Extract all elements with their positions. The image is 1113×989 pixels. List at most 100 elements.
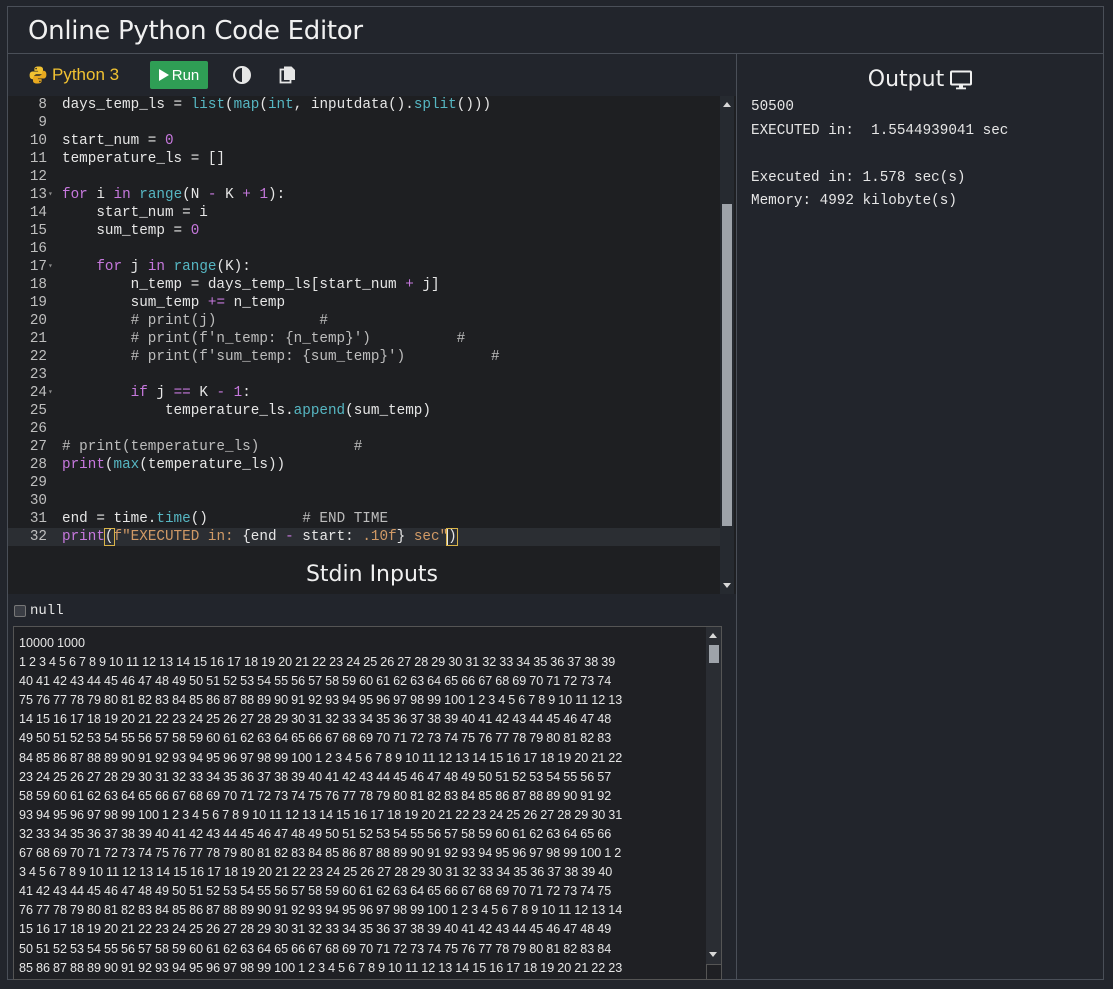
output-pane: Output 50500 EXECUTED in: 1.5544939041 se… xyxy=(736,54,1103,979)
editor-scroll-thumb[interactable] xyxy=(722,204,732,526)
line-number: 14 xyxy=(29,205,47,221)
code-editor[interactable]: 8 days_temp_ls = list(map(int, inputdata(… xyxy=(8,96,736,594)
run-button[interactable]: Run xyxy=(150,61,208,89)
line-number: 15 xyxy=(29,223,47,239)
stdin-scrollbar[interactable] xyxy=(706,627,721,979)
code-line[interactable]: 14 start_num = i xyxy=(8,204,720,222)
fold-toggle-icon[interactable]: ▾ xyxy=(48,258,56,276)
code-line[interactable]: 17 ▾ for j in range(K): xyxy=(8,258,720,276)
stdin-textarea[interactable]: 10000 1000 1 2 3 4 5 6 7 8 9 10 11 12 13… xyxy=(13,626,722,980)
code-text: if j == K - 1: xyxy=(130,385,251,401)
line-number: 13 xyxy=(29,187,47,203)
editor-app: Online Python Code Editor Python 3 Run 8… xyxy=(7,6,1104,980)
monitor-icon xyxy=(950,70,973,89)
code-line[interactable]: 26 xyxy=(8,420,720,438)
line-number: 30 xyxy=(29,493,47,509)
output-console: 50500 EXECUTED in: 1.5544939041 sec Execu… xyxy=(751,96,1008,214)
editor-scrollbar[interactable] xyxy=(720,96,734,594)
code-line[interactable]: 25 temperature_ls.append(sum_temp) xyxy=(8,402,720,420)
code-text: # print(f'sum_temp: {sum_temp}') # xyxy=(130,349,500,365)
line-number: 29 xyxy=(29,475,47,491)
output-line: EXECUTED in: 1.5544939041 sec xyxy=(751,122,1009,139)
code-text: for j in range(K): xyxy=(96,259,251,275)
code-line[interactable]: 15 sum_temp = 0 xyxy=(8,222,720,240)
output-line: 50500 xyxy=(751,99,794,115)
scroll-up-icon[interactable] xyxy=(723,102,731,107)
line-number: 28 xyxy=(29,457,47,473)
code-text: print(max(temperature_ls)) xyxy=(62,457,286,473)
line-number: 31 xyxy=(29,511,47,527)
code-line[interactable]: 11 temperature_ls = [] xyxy=(8,150,720,168)
run-label: Run xyxy=(171,66,200,84)
play-icon xyxy=(158,69,169,81)
code-line[interactable]: 32 print(f"EXECUTED in: {end - start: .10… xyxy=(8,528,720,546)
code-text: temperature_ls.append(sum_temp) xyxy=(62,403,431,419)
line-number: 19 xyxy=(29,295,47,311)
code-line[interactable]: 27 # print(temperature_ls) # xyxy=(8,438,720,456)
code-text: days_temp_ls = list(map(int, inputdata()… xyxy=(62,97,492,113)
code-line[interactable]: 29 xyxy=(8,474,720,492)
stdin-title: Stdin Inputs xyxy=(305,562,439,587)
code-line[interactable]: 18 n_temp = days_temp_ls[start_num + j] xyxy=(8,276,720,294)
code-line[interactable]: 24 ▾ if j == K - 1: xyxy=(8,384,720,402)
code-text: start_num = 0 xyxy=(62,133,174,149)
output-line: Memory: 4992 kilobyte(s) xyxy=(751,193,957,209)
code-line[interactable]: 21 # print(f'n_temp: {n_temp}') # xyxy=(8,330,720,348)
line-number: 12 xyxy=(29,169,47,185)
null-checkbox[interactable] xyxy=(14,605,26,617)
code-line[interactable]: 23 xyxy=(8,366,720,384)
null-option[interactable]: null xyxy=(14,603,64,619)
fold-toggle-icon[interactable]: ▾ xyxy=(48,186,56,204)
resize-handle-icon[interactable] xyxy=(706,964,721,979)
code-text: sum_temp += n_temp xyxy=(62,295,286,311)
app-title: Online Python Code Editor xyxy=(28,16,363,46)
code-text: sum_temp = 0 xyxy=(62,223,200,239)
code-line[interactable]: 16 xyxy=(8,240,720,258)
contrast-toggle-icon[interactable] xyxy=(232,65,252,85)
stdin-scroll-down-icon[interactable] xyxy=(709,952,717,957)
line-number: 18 xyxy=(29,277,47,293)
code-line[interactable]: 20 # print(j) # xyxy=(8,312,720,330)
code-line[interactable]: 28 print(max(temperature_ls)) xyxy=(8,456,720,474)
language-selector[interactable]: Python 3 xyxy=(28,63,119,87)
line-number: 8 xyxy=(38,97,47,113)
code-pane: Python 3 Run 8 days_temp_ls = list(map(in… xyxy=(8,54,736,980)
language-label: Python 3 xyxy=(52,65,120,84)
code-text: # print(f'n_temp: {n_temp}') # xyxy=(130,331,466,347)
title-bar: Online Python Code Editor xyxy=(8,7,1103,54)
fold-toggle-icon[interactable]: ▾ xyxy=(48,384,56,402)
code-text: temperature_ls = [] xyxy=(62,151,226,167)
line-number: 26 xyxy=(29,421,47,437)
line-number: 21 xyxy=(29,331,47,347)
line-number: 10 xyxy=(29,133,47,149)
code-text: for i in range(N - K + 1): xyxy=(62,187,286,203)
line-number: 11 xyxy=(29,151,47,167)
code-text: # print(j) # xyxy=(130,313,328,329)
code-line[interactable]: 12 xyxy=(8,168,720,186)
stdin-scroll-up-icon[interactable] xyxy=(709,633,717,638)
code-line[interactable]: 31 end = time.time() # END TIME xyxy=(8,510,720,528)
code-line[interactable]: 19 sum_temp += n_temp xyxy=(8,294,720,312)
stdin-scroll-thumb[interactable] xyxy=(709,645,719,663)
line-number: 24 xyxy=(29,385,47,401)
line-number: 17 xyxy=(29,259,47,275)
code-text: start_num = i xyxy=(62,205,208,221)
code-text: # print(temperature_ls) # xyxy=(62,439,363,455)
code-line[interactable]: 30 xyxy=(8,492,720,510)
line-number: 9 xyxy=(38,115,47,131)
editor-toolbar: Python 3 Run xyxy=(8,54,736,96)
output-title: Output xyxy=(867,67,945,92)
copy-icon[interactable] xyxy=(278,65,298,85)
code-line[interactable]: 13 ▾ for i in range(N - K + 1): xyxy=(8,186,720,204)
line-number: 20 xyxy=(29,313,47,329)
code-line[interactable]: 10 start_num = 0 xyxy=(8,132,720,150)
output-header: Output xyxy=(737,67,1103,92)
line-number: 16 xyxy=(29,241,47,257)
code-line[interactable]: 22 # print(f'sum_temp: {sum_temp}') # xyxy=(8,348,720,366)
stdin-content: 10000 1000 1 2 3 4 5 6 7 8 9 10 11 12 13… xyxy=(19,636,623,975)
code-line[interactable]: 9 xyxy=(8,114,720,132)
code-line[interactable]: 8 days_temp_ls = list(map(int, inputdata(… xyxy=(8,96,720,114)
python-logo-icon xyxy=(29,66,47,84)
output-line: Executed in: 1.578 sec(s) xyxy=(751,169,966,186)
